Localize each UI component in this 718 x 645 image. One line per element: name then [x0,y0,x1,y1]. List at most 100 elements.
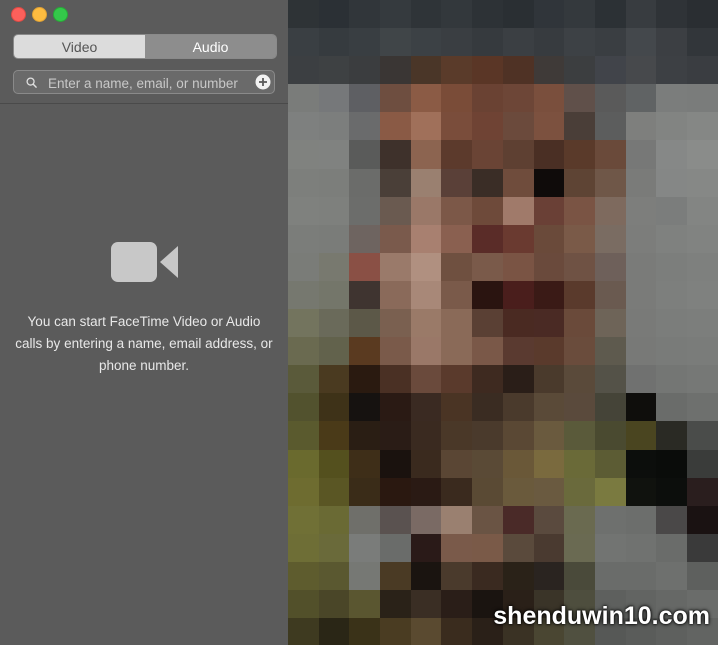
mosaic-tile [410,449,442,478]
mosaic-tile [502,561,534,590]
mosaic-tile [318,196,350,225]
mosaic-tile [441,56,473,85]
watermark: shenduwin10.com [493,595,710,631]
mosaic-tile [533,337,565,366]
mosaic-tile [533,224,565,253]
mosaic-tile [656,252,687,281]
empty-state-message: You can start FaceTime Video or Audio ca… [15,314,273,373]
mosaic-tile [656,337,687,366]
mosaic-tile [318,224,350,253]
mosaic-tile [686,0,718,29]
mosaic-tile [472,140,503,169]
mosaic-tile [349,28,381,57]
mosaic-tile [594,561,626,590]
mosaic-tile [686,505,718,534]
mosaic-tile [656,533,687,562]
mosaic-tile [564,561,595,590]
mosaic-tile [472,421,503,450]
video-camera-icon [111,242,178,282]
mosaic-tile [686,224,718,253]
mosaic-tile [686,28,718,57]
mosaic-tile [656,28,687,57]
add-contact-icon[interactable] [255,74,271,90]
mosaic-tile [318,140,350,169]
mosaic-tile [441,589,473,619]
mosaic-tile [625,309,657,338]
mosaic-tile [564,140,595,169]
search-input[interactable] [46,73,256,93]
mosaic-tile [410,393,442,422]
mosaic-tile [410,56,442,85]
mosaic-tile [564,196,595,225]
mosaic-tile [564,337,595,366]
mosaic-tile [533,533,565,562]
close-button[interactable] [11,7,26,22]
mosaic-tile [625,84,657,113]
mosaic-tile [625,449,657,478]
tab-audio[interactable]: Audio [145,35,276,58]
mosaic-tile [472,56,503,85]
mosaic-tile [288,196,319,225]
mosaic-tile [441,449,473,478]
mosaic-tile [594,56,626,85]
mosaic-tile [564,280,595,310]
mosaic-tile [318,168,350,197]
mosaic-tile [686,196,718,225]
mosaic-tile [502,477,534,506]
mosaic-tile [625,365,657,394]
mosaic-tile [380,421,411,450]
mosaic-tile [594,393,626,422]
mosaic-tile [502,449,534,478]
mosaic-tile [318,309,350,338]
mosaic-tile [318,365,350,394]
mosaic-tile [533,309,565,338]
mosaic-tile [656,0,687,29]
mosaic-tile [594,449,626,478]
mosaic-tile [594,477,626,506]
mosaic-tile [502,309,534,338]
mosaic-tile [686,421,718,450]
mosaic-tile [441,561,473,590]
mosaic-tile [502,196,534,225]
mosaic-tile [564,505,595,534]
mosaic-tile [380,561,411,590]
mosaic-tile [472,365,503,394]
mosaic-tile [656,477,687,506]
mosaic-tile [288,224,319,253]
mosaic-tile [318,0,350,29]
mosaic-tile [564,0,595,29]
sidebar-divider [0,103,288,104]
call-type-segmented-control: Video Audio [13,34,277,59]
mosaic-tile [656,421,687,450]
mosaic-tile [472,533,503,562]
mosaic-tile [686,168,718,197]
mosaic-tile [533,449,565,478]
mosaic-tile [472,449,503,478]
mosaic-tile [472,477,503,506]
mosaic-tile [410,280,442,310]
mosaic-tile [502,56,534,85]
mosaic-tile [502,393,534,422]
mosaic-tile [380,589,411,619]
mosaic-tile [380,224,411,253]
mosaic-tile [594,168,626,197]
mosaic-tile [380,477,411,506]
mosaic-tile [472,561,503,590]
mosaic-tile [502,0,534,29]
mosaic-tile [441,337,473,366]
mosaic-tile [656,561,687,590]
mosaic-tile [441,252,473,281]
mosaic-tile [441,477,473,506]
maximize-button[interactable] [53,7,68,22]
tab-video[interactable]: Video [14,35,145,58]
mosaic-tile [656,309,687,338]
mosaic-tile [594,196,626,225]
mosaic-tile [564,477,595,506]
mosaic-tile [472,168,503,197]
mosaic-tile [288,533,319,562]
mosaic-tile [625,280,657,310]
mosaic-tile [349,533,381,562]
title-bar [0,0,288,28]
mosaic-tile [656,280,687,310]
minimize-button[interactable] [32,7,47,22]
